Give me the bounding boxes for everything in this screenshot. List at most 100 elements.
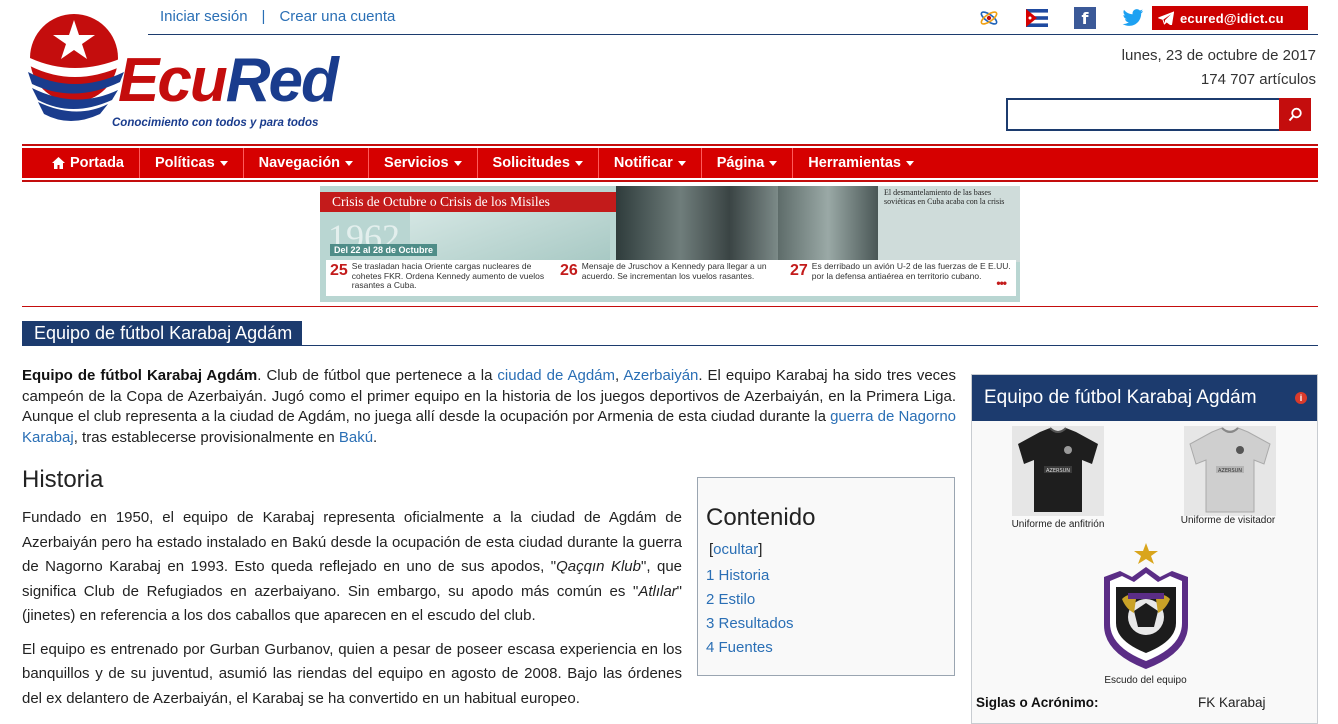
banner-photo-missiles [778,186,878,262]
intro-text: , tras establecerse provisionalmente en [73,428,339,446]
event-text: Mensaje de Jruschov a Kennedy para llega… [581,261,767,281]
nav-pagina[interactable]: Página [702,148,794,178]
toc-item-fuentes[interactable]: 4 Fuentes [706,636,946,660]
event-day: 25 [330,262,348,279]
historia-text: Fundado en 1950, el equipo de Karabaj re… [22,506,682,720]
home-icon [52,157,65,169]
logo-tagline: Conocimiento con todos y para todos [112,117,319,129]
caret-down-icon [677,160,686,166]
article-count: 174 707 artículos [1200,71,1316,88]
featured-banner[interactable]: Crisis de Octubre o Crisis de los Misile… [320,186,1020,302]
logo-ecu: Ecu [118,46,228,115]
nickname-qacqin-klub: Qaçqın Klub [556,558,641,575]
banner-event: 26 Mensaje de Jruschov a Kennedy para ll… [556,260,786,296]
search-input[interactable] [1006,98,1280,131]
nav-navegacion[interactable]: Navegación [244,148,370,178]
infobox-title: Equipo de fútbol Karabaj Agdám [984,387,1257,408]
toc-toggle: [ocultar] [709,541,946,558]
section-heading-historia: Historia [22,466,104,493]
link-azerbaiyan[interactable]: Azerbaiyán [623,367,698,384]
nav-label: Notificar [613,155,673,171]
nav-portada[interactable]: Portada [22,148,140,178]
current-date: lunes, 23 de octubre de 2017 [1121,47,1316,64]
search-button[interactable] [1279,98,1311,131]
cuba-flag-icon[interactable] [1026,7,1048,29]
caret-down-icon [453,160,462,166]
info-icon[interactable]: i [1295,392,1307,404]
infobox-value: FK Karabaj [1198,695,1266,710]
logo-flag-emblem [28,14,124,121]
toc-bracket: ] [758,541,763,558]
logo-red: Red [225,46,339,115]
search-form [1006,98,1311,131]
nav-label: Servicios [384,155,449,171]
nav-notificar[interactable]: Notificar [599,148,702,178]
header-info: lunes, 23 de octubre de 2017 174 707 art… [1122,44,1316,92]
intro-text: . [373,428,378,446]
nav-label: Página [716,155,765,171]
caret-down-icon [345,160,354,166]
intro-paragraph: Equipo de fútbol Karabaj Agdám. Club de … [22,366,956,448]
home-kit-label: Uniforme de anfitrión [1011,519,1105,530]
away-kit-label: Uniforme de visitador [1180,515,1276,526]
nav-herramientas[interactable]: Herramientas [793,148,929,178]
crest-label: Escudo del equipo [1104,675,1187,686]
banner-more: ••• [996,276,1007,290]
email-badge[interactable]: ecured@idict.cu [1152,6,1308,30]
historia-paragraph: Fundado en 1950, el equipo de Karabaj re… [22,506,682,629]
banner-timeline: 25 Se trasladan hacia Oriente cargas nuc… [326,260,1016,296]
caret-down-icon [905,160,914,166]
banner-event: 27 Es derribado un avión U-2 de las fuer… [786,260,1016,296]
nav-label: Políticas [155,155,215,171]
caret-down-icon [769,160,778,166]
toc-item-estilo[interactable]: 2 Estilo [706,588,946,612]
table-of-contents: Contenido [ocultar] 1 Historia 2 Estilo … [697,477,955,676]
email-address: ecured@idict.cu [1180,10,1284,26]
banner-divider [22,306,1318,307]
caret-down-icon [219,160,228,166]
home-kit-image[interactable]: AZERSUN [1012,426,1104,516]
toc-hide-link[interactable]: ocultar [713,541,758,558]
banner-newspaper-headline: El desmantelamiento de las bases soviéti… [884,188,1005,206]
social-links: f ecured@idict.cu [978,6,1308,30]
event-text: Se trasladan hacia Oriente cargas nuclea… [351,261,545,290]
nav-servicios[interactable]: Servicios [369,148,478,178]
nav-label: Herramientas [808,155,901,171]
toc-item-historia[interactable]: 1 Historia [706,564,946,588]
atom-icon[interactable] [978,7,1000,29]
telegram-icon [1152,6,1180,30]
event-day: 27 [790,262,808,279]
infobox-key: Siglas o Acrónimo: [976,695,1099,710]
nickname-atlilar: Atlılar [638,582,677,600]
infobox-header: Equipo de fútbol Karabaj Agdám i [972,375,1317,421]
nav-label: Navegación [258,155,341,171]
nav-label: Portada [70,155,124,171]
banner-photo-leaders [616,186,778,262]
away-kit-image[interactable]: AZERSUN [1184,426,1276,516]
page-title: Equipo de fútbol Karabaj Agdám [22,321,303,345]
event-day: 26 [560,262,578,279]
intro-subject: Equipo de fútbol Karabaj Agdám [22,367,258,384]
toc-item-resultados[interactable]: 3 Resultados [706,612,946,636]
logo-wordmark: EcuRed [118,50,339,112]
twitter-icon[interactable] [1122,7,1144,29]
home-kit-sponsor: AZERSUN [1046,468,1070,474]
facebook-icon[interactable]: f [1074,7,1096,29]
banner-map-image [410,212,610,260]
event-text: Es derribado un avión U-2 de las fuerzas… [811,261,1011,281]
historia-paragraph: El equipo es entrenado por Gurban Gurban… [22,640,682,707]
intro-text: . Club de fútbol que pertenece a la [257,367,498,384]
infobox: Equipo de fútbol Karabaj Agdám i AZERSUN… [971,374,1318,724]
link-ciudad-agdam[interactable]: ciudad de Agdám [497,367,615,384]
team-crest-image[interactable] [1094,541,1198,673]
link-baku[interactable]: Bakú [339,429,373,446]
banner-title: Crisis de Octubre o Crisis de los Misile… [320,192,616,212]
nav-label: Solicitudes [492,155,570,171]
banner-newspaper: El desmantelamiento de las bases soviéti… [878,186,1020,262]
nav-politicas[interactable]: Políticas [140,148,244,178]
main-navigation: Portada Políticas Navegación Servicios S… [22,144,1318,182]
caret-down-icon [574,160,583,166]
nav-solicitudes[interactable]: Solicitudes [478,148,599,178]
ecured-logo[interactable]: EcuRed Conocimiento con todos y para tod… [22,14,342,134]
toc-title: Contenido [706,504,816,531]
